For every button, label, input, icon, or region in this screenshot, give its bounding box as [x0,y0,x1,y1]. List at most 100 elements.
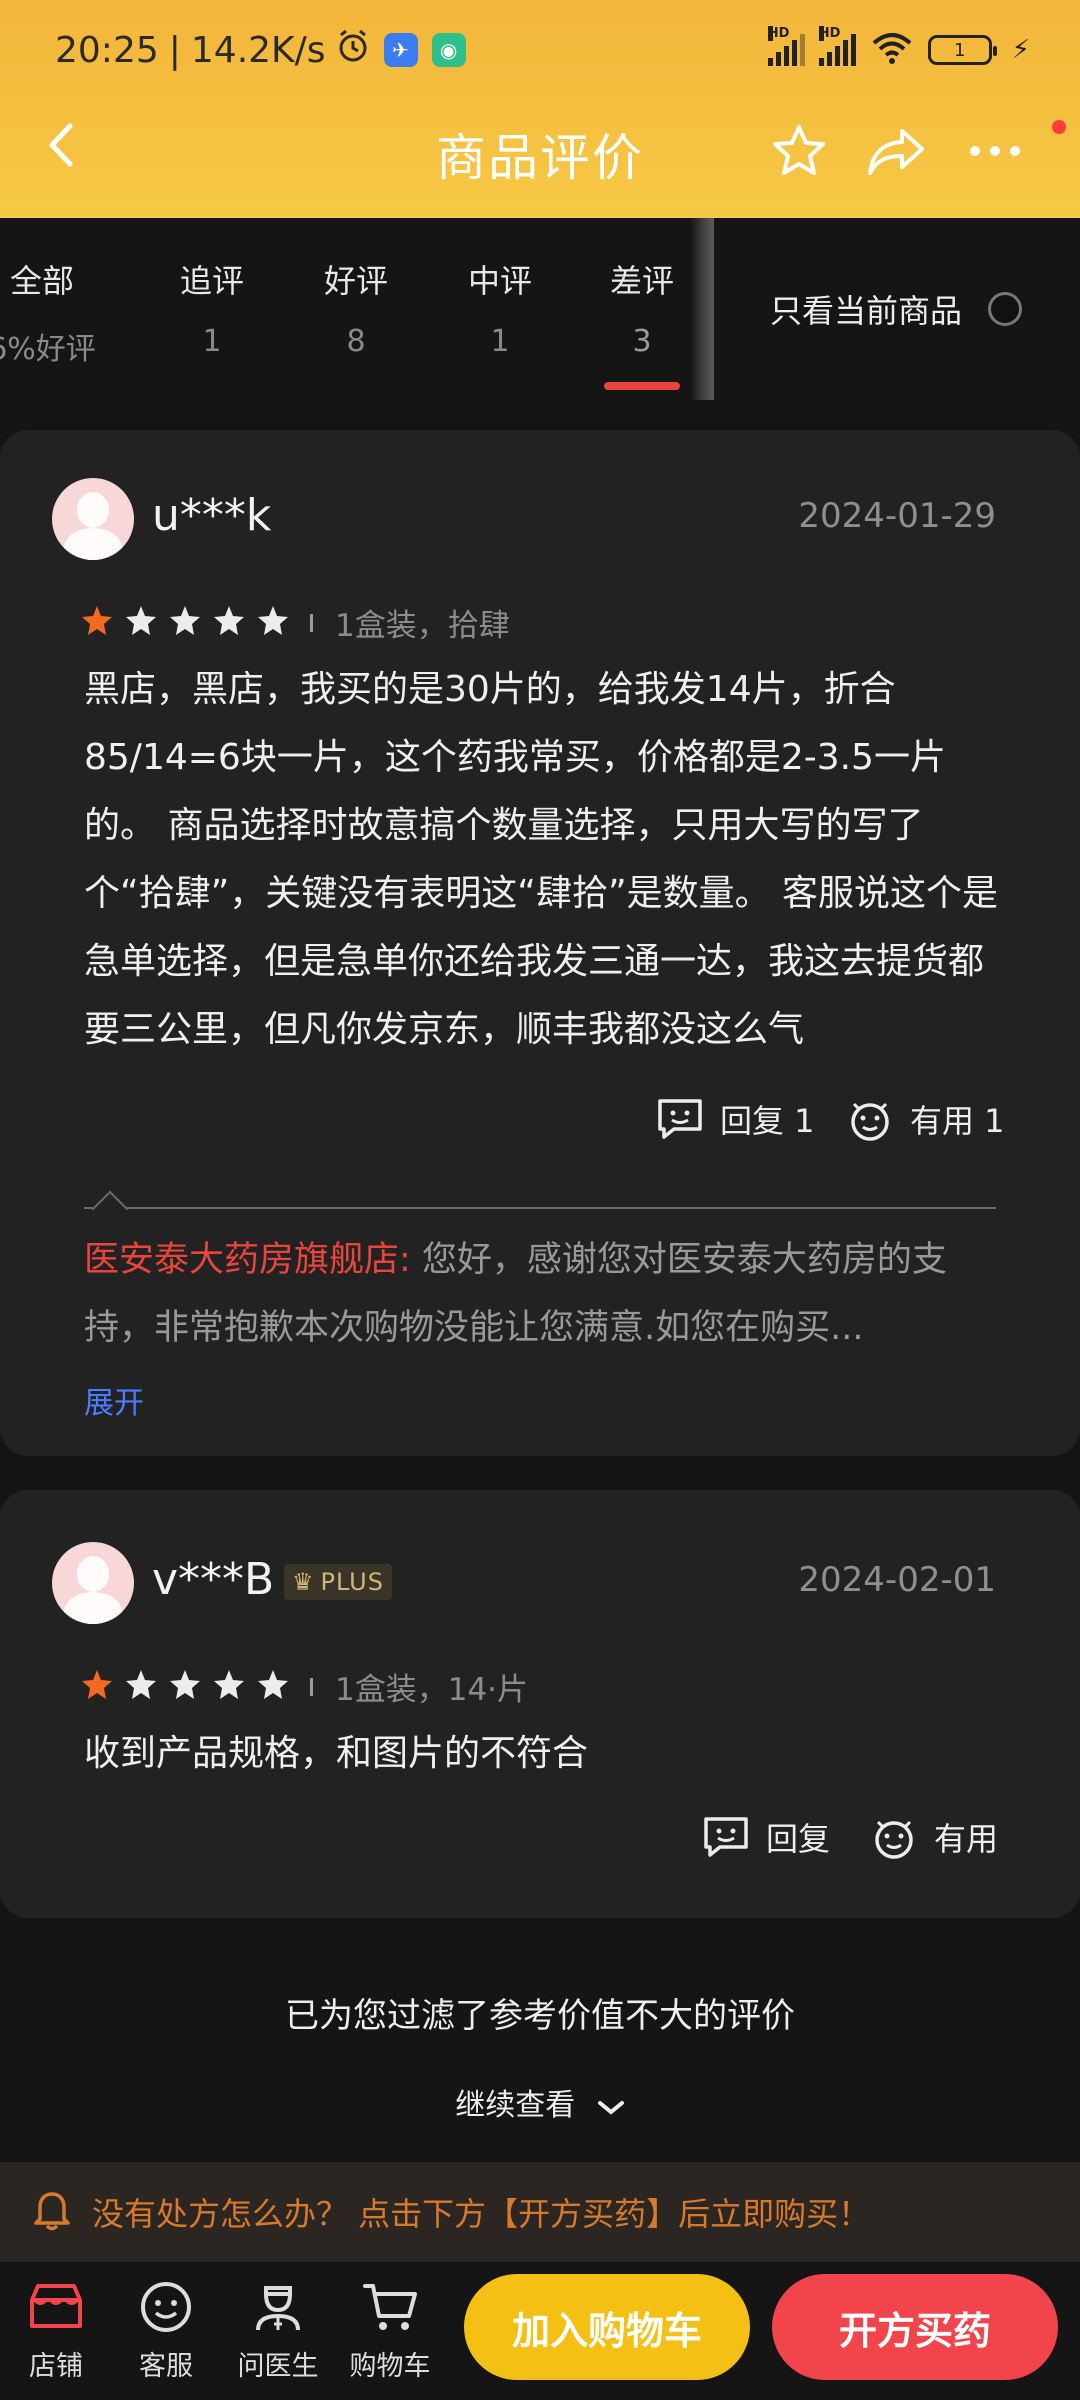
shop-name: 医安泰大药房旗舰店: [84,1240,411,1280]
chevron-down-icon [597,2089,625,2124]
star-empty-icon [126,1670,156,1699]
thumbs-face-icon [851,1102,889,1141]
notification-dot [1052,120,1066,134]
tab-divider [690,218,714,400]
star-empty-icon [214,1670,244,1699]
add-to-cart-button[interactable]: 加入购物车 [464,2274,750,2380]
more-button[interactable] [960,116,1030,186]
star-empty-icon [170,606,200,635]
review-content: 黑店，黑店，我买的是30片的，给我发14片，折合85/14=6块一片，这个药我常… [84,669,999,1050]
tab-label: 中评 [467,262,532,300]
review-date: 2024-02-01 [798,1560,996,1600]
star-empty-icon [170,1670,200,1699]
useful-button[interactable]: 有用 [870,1814,998,1860]
tab-label: 全部 [9,262,74,300]
store-label: 店铺 [29,2351,83,2382]
service-button[interactable]: 客服 [116,2280,216,2383]
reply-divider [84,1207,996,1209]
review-spec: 1盒装，14·片 [310,1664,528,1709]
prescription-banner[interactable]: 没有处方怎么办？ 点击下方【开方买药】后立即购买！ [0,2162,1080,2262]
comment-icon [704,1817,748,1857]
avatar [52,478,134,560]
star-empty-icon [258,1670,288,1699]
status-time: 20:25 [55,29,159,71]
comment-icon [658,1099,702,1139]
prescribe-buy-button[interactable]: 开方买药 [772,2274,1058,2380]
review-username: u***k [152,490,272,541]
wifi-icon [870,31,914,69]
radio-button[interactable] [988,292,1023,326]
bottom-bar: 店铺 客服 问医生 购物车 加入购物车 开方买药 [0,2262,1080,2400]
cart-button[interactable]: 购物车 [340,2280,440,2383]
favorite-button[interactable] [764,116,834,186]
reply-button[interactable]: 回复 1 [656,1096,815,1142]
tab-count: 8 [346,324,366,359]
avatar [52,1542,134,1624]
doctor-button[interactable]: 问医生 [228,2280,328,2383]
alarm-icon [336,29,370,72]
app-header: 20:25 | 14.2K/s ✈ ◉ HD HD 1 ⚡ 商品评价 [0,0,1080,218]
plus-badge: ♛ PLUS [284,1564,392,1600]
rating-stars [80,1668,290,1702]
star-filled-icon [82,606,112,635]
app-notify-icon: ✈ [383,33,418,67]
only-current-label: 只看当前商品 [770,292,963,330]
service-label: 客服 [139,2351,193,2382]
review-username: v***B [152,1554,275,1605]
shop-reply: 医安泰大药房旗舰店: 您好，感谢您对医安泰大药房的支持，非常抱歉本次购物没能让您… [84,1226,1000,1362]
review-date: 2024-01-29 [798,496,996,536]
reply-label: 回复 1 [720,1102,815,1140]
star-filled-icon [82,1670,112,1699]
star-empty-icon [258,606,288,635]
only-current-toggle[interactable]: 只看当前商品 [770,286,1023,332]
thumbs-face-icon [875,1820,913,1859]
share-button[interactable] [862,116,932,186]
filtered-notice: 已为您过滤了参考价值不大的评价 [285,1996,795,2036]
signal-icon: HD [767,26,805,66]
reply-caret [91,1190,129,1228]
review-content: 收到产品规格，和图片的不符合 [84,1733,589,1774]
store-icon [30,2284,82,2328]
filter-tabs: 全部 6%好评 追评 1 好评 8 中评 1 差评 3 只看当前商品 [0,218,1080,400]
active-tab-indicator [604,382,680,390]
rating-stars [80,604,290,638]
tab-neutral[interactable]: 中评 1 [420,256,580,359]
continue-view-button[interactable]: 继续查看 [0,2080,1080,2124]
crown-icon: ♛ [292,1568,315,1596]
continue-view-label: 继续查看 [455,2088,576,2123]
status-separator: | [168,29,181,71]
doctor-label: 问医生 [237,2351,319,2382]
tab-label: 好评 [323,262,388,300]
useful-label: 有用 [934,1820,999,1858]
reply-label: 回复 [766,1820,831,1858]
review-spec: 1盒装，拾肆 [310,600,510,645]
star-empty-icon [126,606,156,635]
tab-count: 1 [202,324,222,359]
bell-icon [32,2189,72,2235]
review-card: u***k 2024-01-29 1盒装，拾肆 黑店，黑店，我买的是30片的，给… [0,430,1080,1456]
tab-label: 追评 [179,262,244,300]
tab-positive[interactable]: 好评 8 [276,256,436,359]
tab-all[interactable]: 全部 6%好评 [0,256,122,368]
status-right: HD HD 1 ⚡ [767,26,1030,74]
charging-icon: ⚡ [1011,35,1030,65]
tab-followup[interactable]: 追评 1 [132,256,292,359]
tab-count: 1 [490,324,510,359]
expand-link[interactable]: 展开 [84,1378,144,1422]
app-notify-icon-2: ◉ [431,33,466,67]
store-button[interactable]: 店铺 [6,2280,106,2383]
tab-count: 6%好评 [0,332,96,367]
battery-icon: 1 [927,35,997,65]
review-card: v***B ♛ PLUS 2024-02-01 1盒装，14·片 收到产品规格，和… [0,1490,1080,1918]
cart-label: 购物车 [349,2351,431,2382]
service-icon [141,2282,191,2332]
signal-icon-2: HD [818,26,856,66]
status-bar: 20:25 | 14.2K/s ✈ ◉ [55,22,466,78]
star-empty-icon [214,606,244,635]
useful-button[interactable]: 有用 1 [846,1096,1005,1142]
status-speed: 14.2K/s [190,29,326,71]
plus-label: PLUS [320,1568,384,1596]
reply-button[interactable]: 回复 [702,1814,830,1860]
useful-label: 有用 1 [910,1102,1005,1140]
doctor-icon [256,2286,300,2331]
